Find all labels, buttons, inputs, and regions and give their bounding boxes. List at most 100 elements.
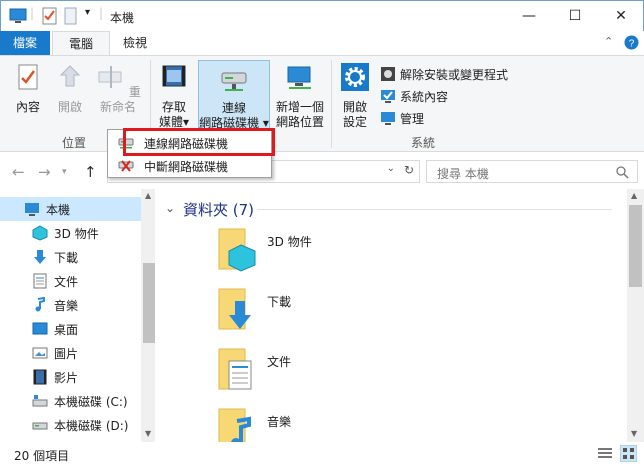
minimize-button[interactable]: — [506, 1, 552, 31]
svg-text:?: ? [629, 39, 635, 50]
folder-label: 音樂 [267, 415, 292, 429]
access-media-label: 存取 [161, 100, 186, 114]
desktop-icon [32, 322, 48, 335]
details-view-icon[interactable] [598, 447, 612, 460]
help-icon[interactable]: ? [624, 35, 639, 50]
open-settings-label: 開啟 [342, 100, 367, 114]
download-arrow-icon [34, 250, 46, 264]
sidebar-item-label: 3D 物件 [54, 226, 99, 241]
sidebar-item-videos[interactable]: 影片 [0, 365, 142, 389]
properties-icon [18, 64, 38, 90]
properties-quick-icon[interactable] [42, 7, 58, 25]
system-properties-button[interactable]: 系統內容 [380, 86, 448, 106]
address-dropdown-chevron-icon[interactable]: ⌄ [387, 163, 395, 174]
folder-item-downloads[interactable]: 下載 [217, 287, 417, 343]
navigation-pane: 本機 3D 物件 下載 文件 音樂 桌面 圖片 影片 本機磁碟 (C:) 本機磁… [0, 189, 158, 442]
customize-toolbar-chevron-icon[interactable]: ▾ [85, 7, 90, 25]
manage-icon [381, 112, 395, 125]
large-icons-view-icon[interactable] [620, 445, 637, 462]
properties-label: 內容 [15, 100, 40, 114]
highlight-annotation-box [123, 128, 275, 156]
documents-folder-icon [218, 348, 252, 390]
map-drive-label: 連線 [221, 101, 246, 115]
sidebar-item-downloads[interactable]: 下載 [0, 245, 142, 269]
scroll-up-arrow-icon[interactable]: ▲ [145, 191, 151, 200]
sidebar-item-pictures[interactable]: 圖片 [0, 341, 142, 365]
folder-item-3d-objects[interactable]: 3D 物件 [217, 227, 417, 283]
open-settings-button[interactable]: 開啟 設定 [335, 62, 375, 130]
uninstall-label: 解除安裝或變更程式 [400, 67, 509, 82]
sidebar-item-drive-c[interactable]: 本機磁碟 (C:) [0, 389, 142, 413]
system-properties-label: 系統內容 [400, 89, 449, 104]
item-count: 20 個項目 [14, 449, 70, 463]
manage-button[interactable]: 管理 [380, 108, 424, 128]
close-button[interactable]: ✕ [598, 1, 644, 31]
sidebar-item-documents[interactable]: 文件 [0, 269, 142, 293]
folder-item-music[interactable]: 音樂 [217, 407, 417, 442]
folder-label: 3D 物件 [267, 235, 312, 249]
scroll-down-arrow-icon[interactable]: ▼ [631, 429, 637, 438]
media-icon [162, 65, 186, 87]
forward-arrow-icon[interactable]: → [38, 163, 51, 181]
properties-button[interactable]: 內容 [8, 62, 48, 115]
sidebar-item-label: 本機 [46, 202, 71, 217]
disconnect-drive-icon [118, 160, 134, 172]
sidebar-item-3d-objects[interactable]: 3D 物件 [0, 221, 142, 245]
sidebar-item-label: 下載 [54, 250, 79, 265]
sidebar-item-label: 影片 [54, 370, 79, 385]
sidebar-item-music[interactable]: 音樂 [0, 293, 142, 317]
add-network-location-button[interactable]: 新增一個 網路位置 [272, 62, 328, 130]
sidebar-item-label: 本機磁碟 (C:) [54, 394, 128, 409]
scroll-up-arrow-icon[interactable]: ▲ [631, 191, 637, 200]
status-bar: 20 個項目 [0, 442, 644, 466]
tab-computer[interactable]: 電腦 [52, 31, 110, 55]
access-media-button[interactable]: 存取 媒體▾ [154, 62, 194, 130]
music-note-icon [35, 297, 45, 312]
location-group-label: 位置 [62, 136, 87, 150]
tab-view[interactable]: 檢視 [112, 31, 158, 55]
open-settings-label-2: 設定 [342, 115, 367, 129]
sidebar-item-drive-d[interactable]: 本機磁碟 (D:) [0, 413, 142, 437]
sidebar-item-desktop[interactable]: 桌面 [0, 317, 142, 341]
uninstall-program-button[interactable]: 解除安裝或變更程式 [380, 64, 508, 84]
content-scrollbar[interactable]: ▲ ▼ [627, 189, 644, 442]
folder-label: 文件 [267, 355, 292, 369]
uninstall-icon [381, 67, 395, 81]
collapse-group-chevron-icon[interactable]: ⌄ [165, 201, 175, 215]
music-folder-icon [218, 408, 251, 442]
add-location-label: 新增一個 [275, 100, 324, 114]
manage-label: 管理 [400, 111, 425, 126]
content-scroll-thumb[interactable] [629, 205, 642, 287]
map-network-drive-button[interactable]: 連線 網路磁碟機 ▾ [198, 60, 270, 132]
window-title: 本機 [110, 11, 135, 25]
recent-locations-chevron-icon[interactable]: ▾ [62, 167, 67, 177]
menu-item-disconnect-network-drive[interactable]: 中斷網路磁碟機 [108, 155, 271, 177]
search-icon [616, 166, 629, 179]
collapse-ribbon-chevron-icon[interactable]: ⌃ [604, 35, 613, 48]
back-arrow-icon[interactable]: ← [12, 163, 25, 181]
up-arrow-icon[interactable]: ↑ [84, 163, 97, 181]
tab-file[interactable]: 檔案 [0, 31, 50, 55]
video-icon [33, 369, 47, 385]
group-separator [331, 60, 332, 148]
settings-gear-icon [341, 63, 369, 91]
sidebar-item-label: 圖片 [54, 346, 79, 361]
open-button[interactable]: 開啟 [50, 62, 90, 115]
rename-button[interactable]: 重新命名 [92, 62, 144, 115]
refresh-icon[interactable]: ↻ [404, 163, 414, 177]
folder-item-documents[interactable]: 文件 [217, 347, 417, 403]
group-divider [257, 209, 612, 210]
scroll-down-arrow-icon[interactable]: ▼ [145, 429, 151, 438]
folders-group-header[interactable]: 資料夾 (7) [183, 199, 254, 220]
sidebar-item-label: 桌面 [54, 322, 79, 337]
network-drive-icon [221, 72, 247, 91]
downloads-folder-icon [218, 288, 251, 330]
document-icon [33, 273, 47, 289]
maximize-button[interactable]: ☐ [552, 1, 598, 31]
sidebar-item-this-pc[interactable]: 本機 [0, 197, 142, 221]
new-folder-quick-icon[interactable] [64, 7, 78, 25]
search-input[interactable]: 搜尋 本機 [426, 160, 638, 183]
title-bar: | ▾ | 本機 — ☐ ✕ [0, 0, 644, 31]
ribbon-tabs: 檔案 電腦 檢視 ⌃ ? [0, 31, 644, 55]
sidebar-item-label: 音樂 [54, 298, 79, 313]
